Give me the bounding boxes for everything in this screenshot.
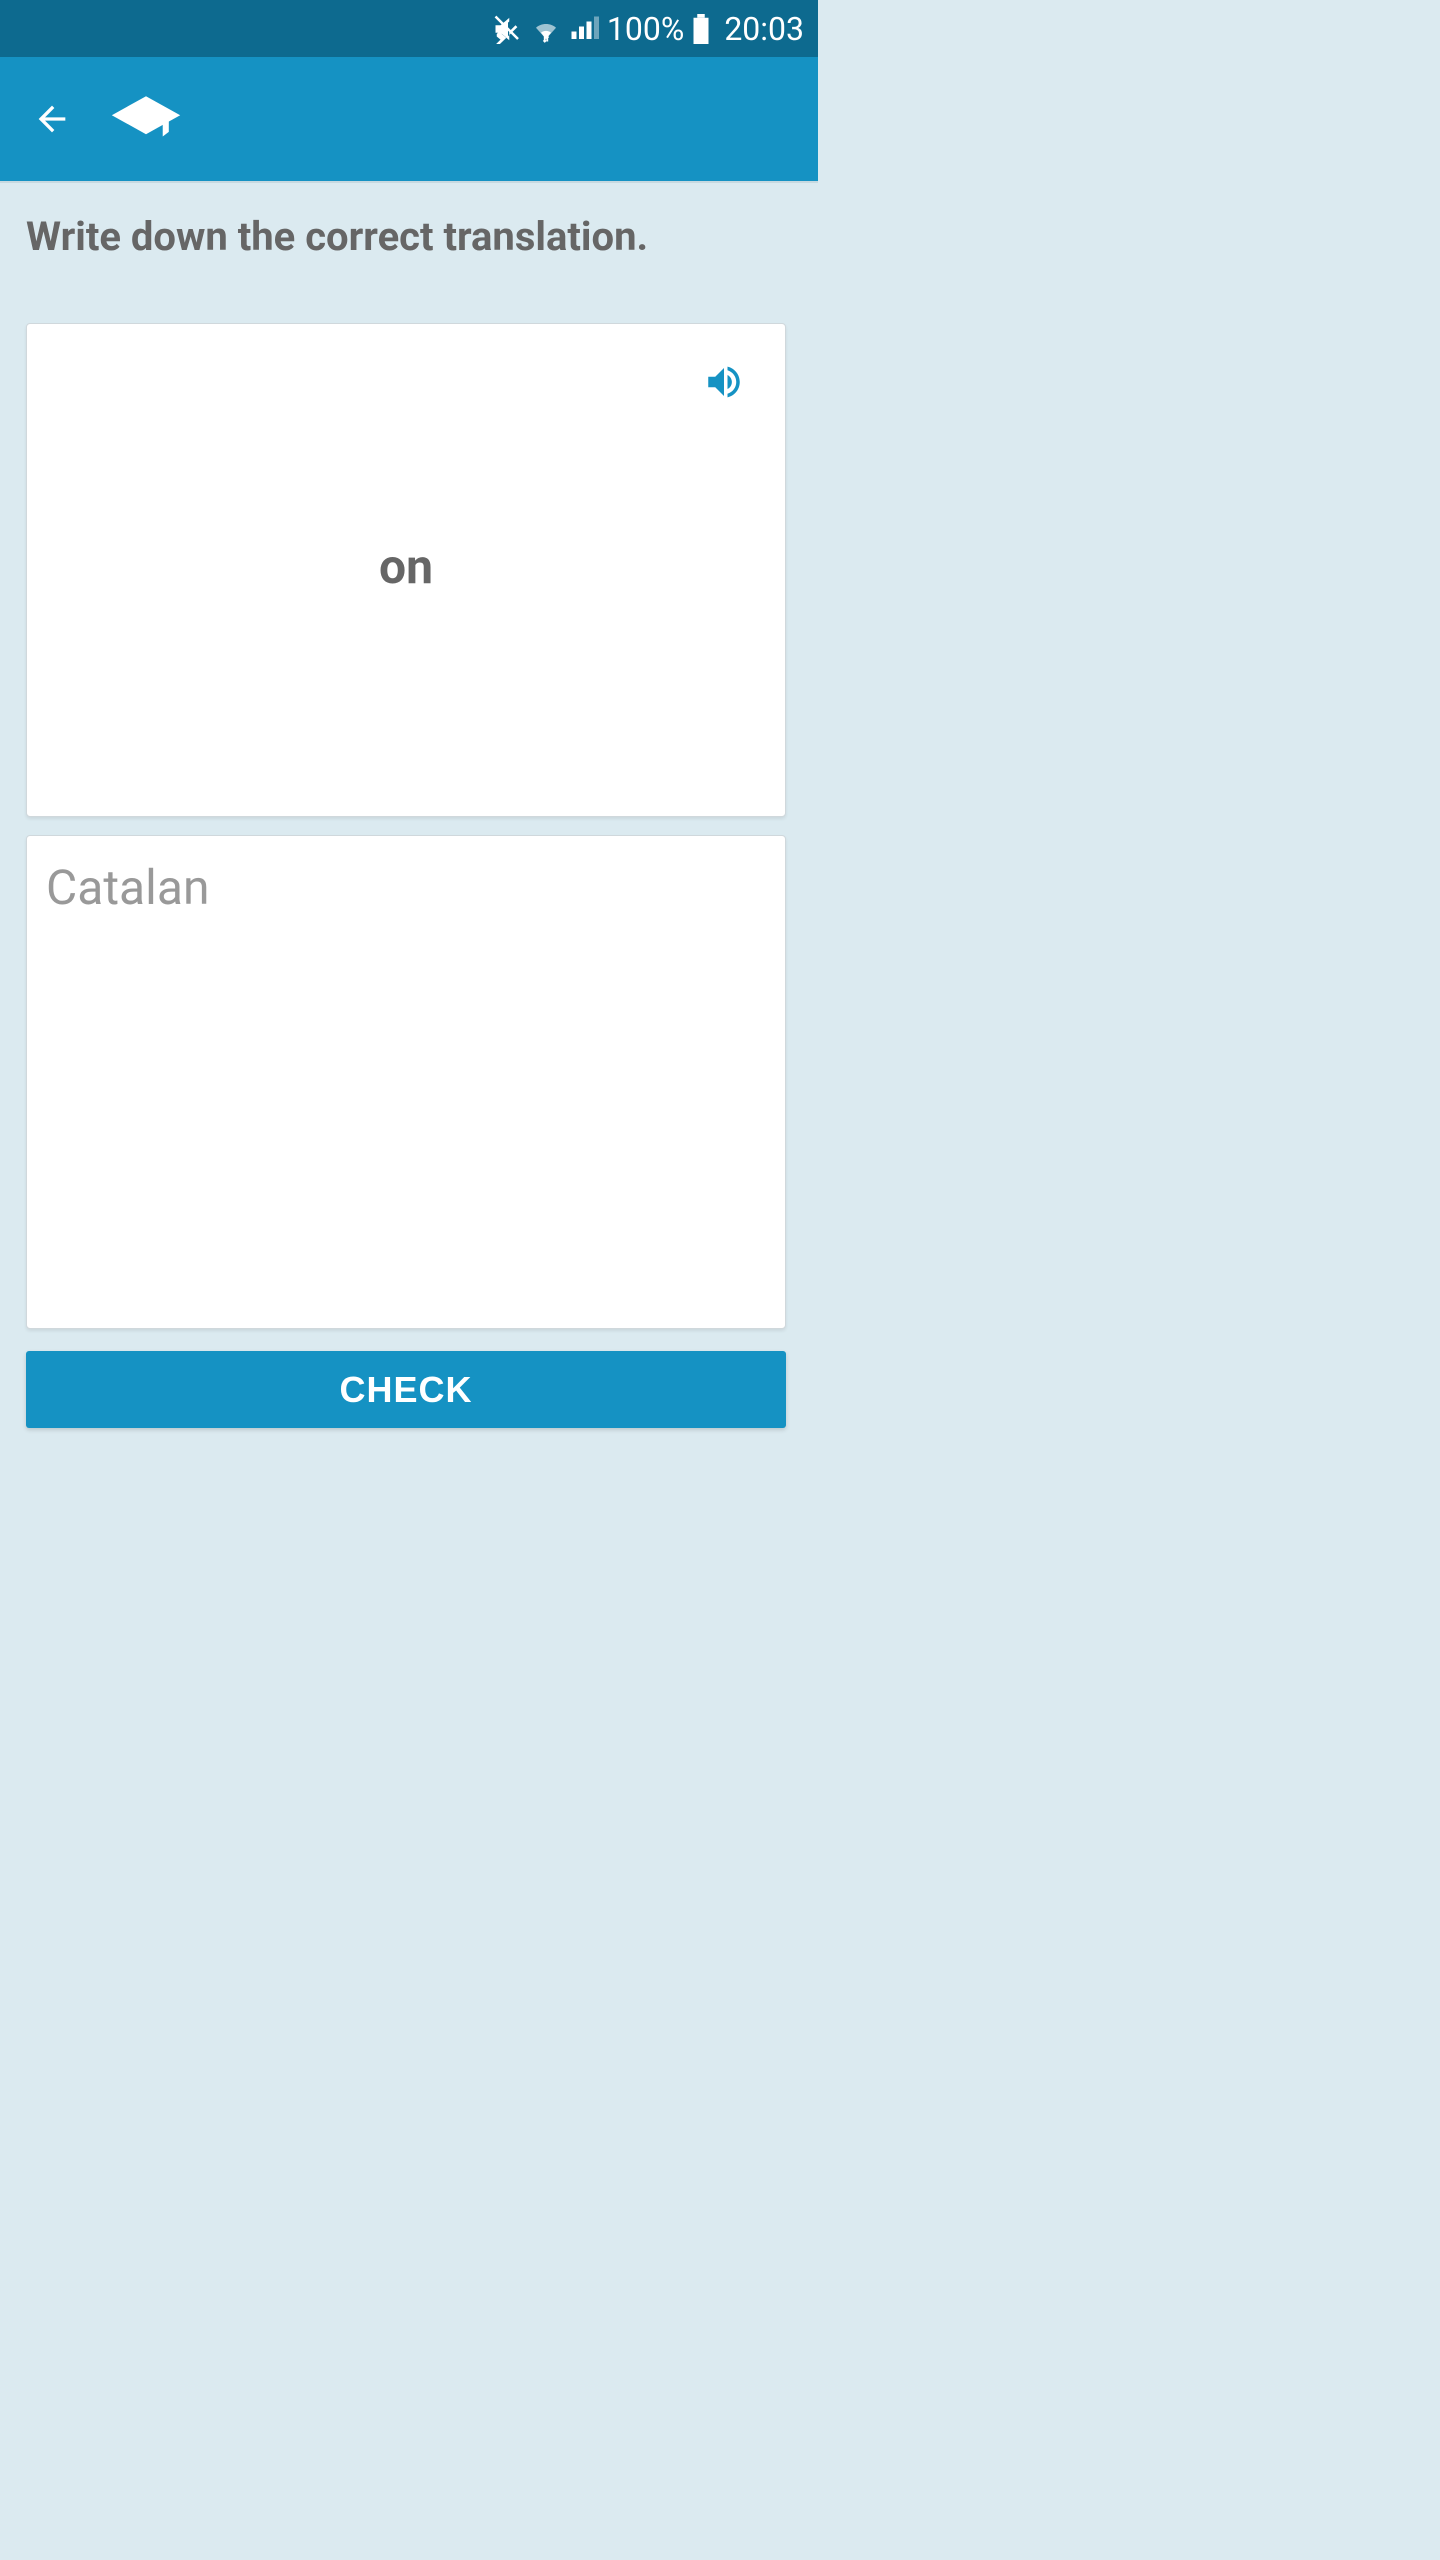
app-bar — [0, 57, 818, 183]
graduation-cap-icon — [108, 89, 184, 149]
signal-icon — [569, 14, 599, 44]
mute-icon — [493, 14, 523, 44]
instruction-text: Write down the correct translation. — [26, 211, 786, 263]
translation-input[interactable] — [46, 859, 766, 1305]
wifi-icon — [531, 14, 561, 44]
answer-card — [26, 835, 786, 1329]
word-card: on — [26, 323, 786, 817]
battery-percent: 100% — [607, 10, 684, 48]
word-to-translate: on — [379, 538, 433, 595]
status-time: 20:03 — [724, 10, 804, 48]
battery-icon — [692, 14, 710, 44]
status-bar: 100% 20:03 — [0, 0, 818, 57]
speaker-icon[interactable] — [703, 361, 745, 403]
check-button[interactable]: CHECK — [26, 1351, 786, 1428]
back-arrow-icon[interactable] — [32, 99, 72, 139]
content-area: Write down the correct translation. on C… — [0, 183, 818, 1428]
